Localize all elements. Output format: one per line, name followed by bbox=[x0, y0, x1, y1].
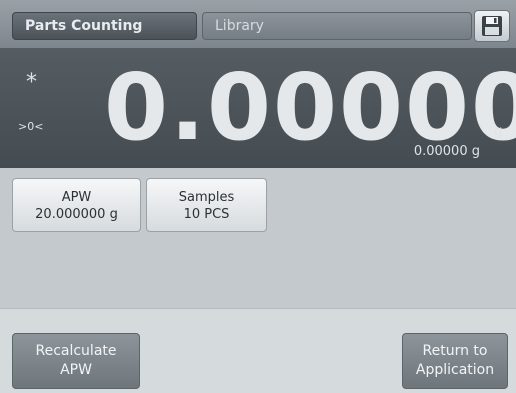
samples-label: Samples bbox=[178, 190, 235, 205]
library-tab[interactable]: Library bbox=[202, 12, 472, 40]
weight-unit: g bbox=[494, 124, 503, 139]
center-of-zero-indicator: >0< bbox=[18, 120, 44, 133]
apw-label: APW bbox=[61, 190, 92, 205]
return-to-application-button[interactable]: Return to Application bbox=[402, 333, 508, 389]
weight-value: 0.00000 bbox=[104, 54, 516, 161]
save-disk-icon bbox=[482, 16, 502, 36]
recalculate-sublabel: APW bbox=[60, 362, 92, 378]
apw-button[interactable]: APW 20.000000 g bbox=[12, 178, 141, 232]
reference-area: APW 20.000000 g Samples 10 PCS bbox=[0, 168, 516, 308]
samples-button[interactable]: Samples 10 PCS bbox=[146, 178, 267, 232]
samples-value: 10 PCS bbox=[183, 207, 230, 222]
secondary-weight: 0.00000 g bbox=[413, 144, 480, 159]
application-tab[interactable]: Parts Counting bbox=[12, 12, 197, 40]
return-sublabel: Application bbox=[415, 362, 495, 378]
recalculate-label: Recalculate bbox=[35, 343, 117, 359]
weight-display: * >0< 0.00000 g 0.00000 g bbox=[0, 48, 516, 168]
apw-value: 20.000000 g bbox=[35, 207, 118, 222]
return-label: Return to bbox=[422, 343, 488, 359]
save-button[interactable] bbox=[474, 10, 510, 42]
recalculate-apw-button[interactable]: Recalculate APW bbox=[12, 333, 140, 389]
stable-indicator: * bbox=[26, 70, 37, 95]
top-bar: Parts Counting Library bbox=[0, 0, 516, 48]
action-bar: Recalculate APW Return to Application bbox=[0, 308, 516, 393]
